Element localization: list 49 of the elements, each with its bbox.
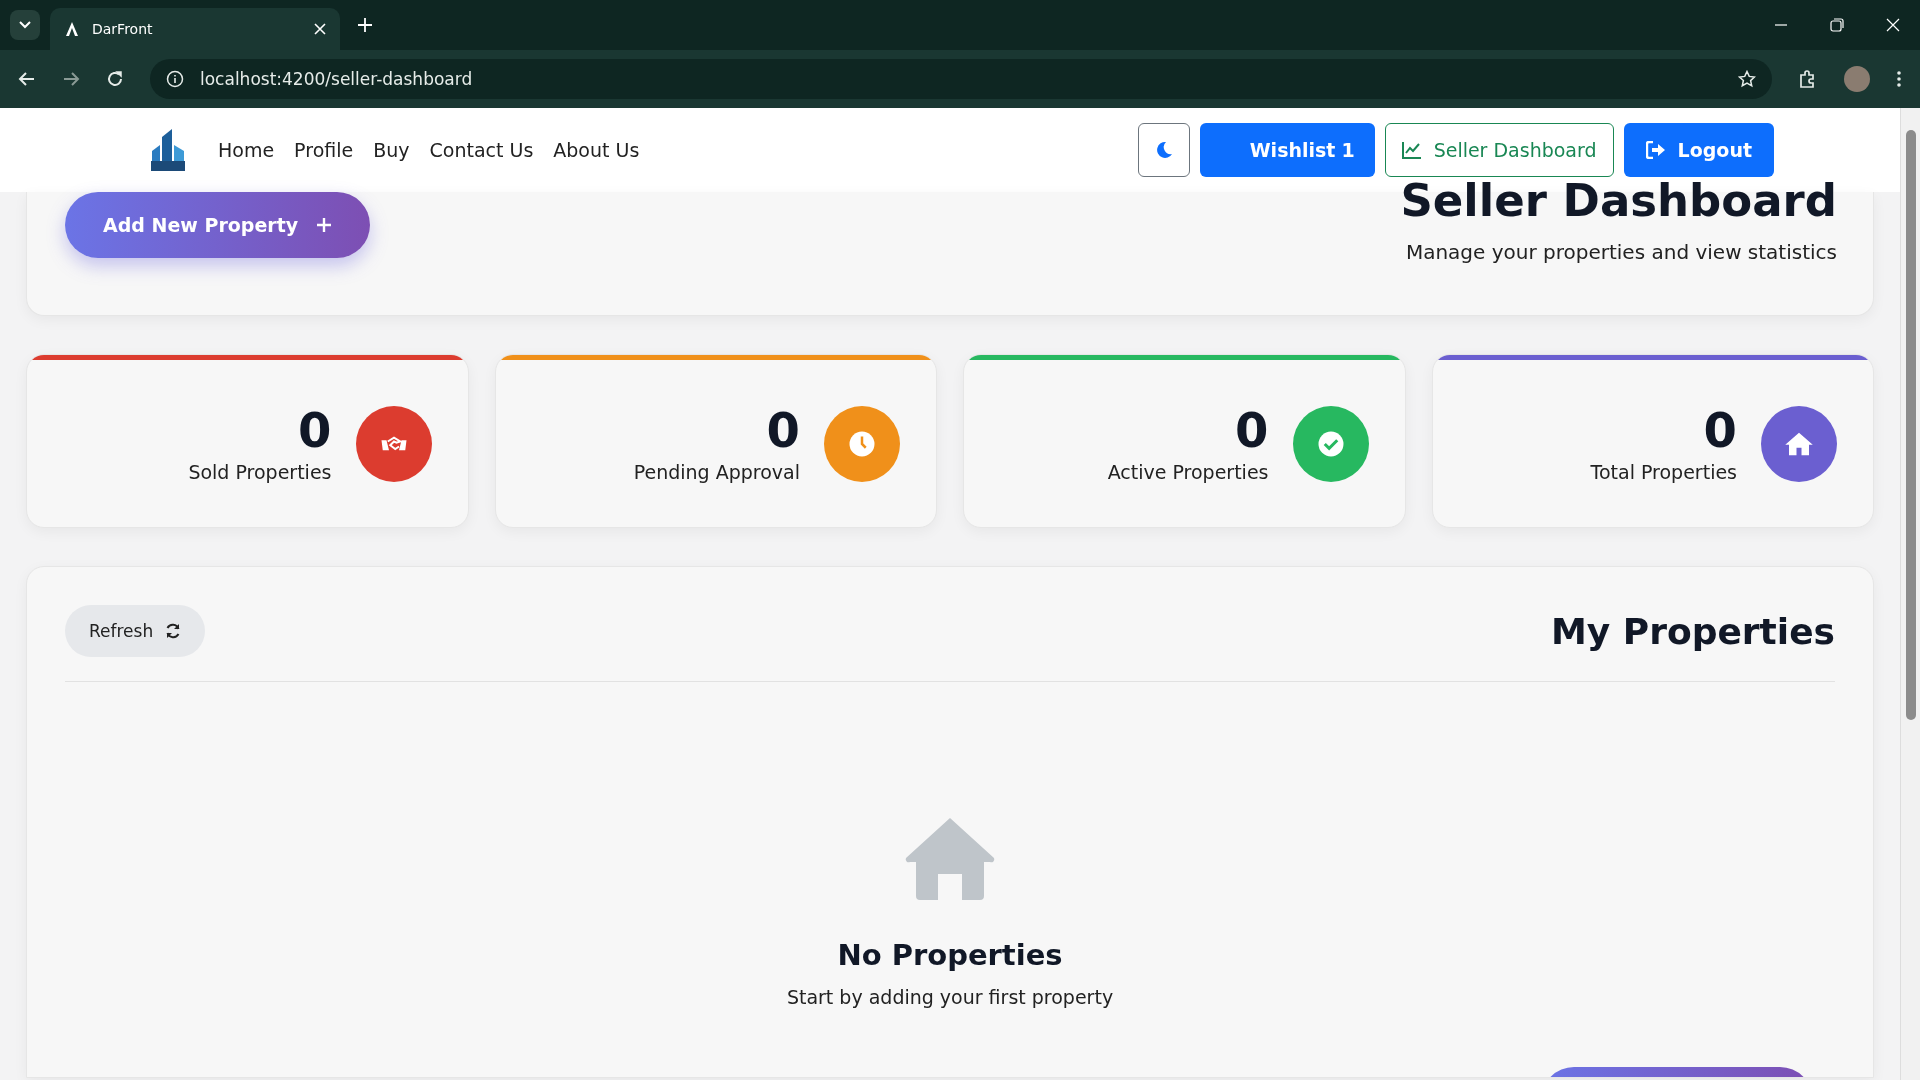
house-icon <box>904 816 996 900</box>
letter-a-icon <box>64 21 80 37</box>
address-field[interactable]: localhost:4200/seller-dashboard <box>150 59 1772 99</box>
stat-value: 0 <box>297 404 332 457</box>
add-property-button[interactable]: Add New Property <box>65 192 371 258</box>
restore-icon[interactable] <box>1830 18 1844 32</box>
browser-tab[interactable]: DarFront <box>50 8 340 50</box>
nav-link[interactable]: Home <box>218 139 275 161</box>
reload-icon[interactable] <box>106 70 124 88</box>
dark-mode-button[interactable] <box>1137 123 1190 177</box>
stat-label: Sold Properties <box>188 460 332 483</box>
tab-title: DarFront <box>92 21 154 37</box>
refresh-button[interactable]: Refresh <box>65 605 206 657</box>
stat-label: Active Properties <box>1107 460 1269 483</box>
line-chart-icon <box>1401 141 1422 159</box>
plus-icon <box>316 217 333 233</box>
close-tab-icon[interactable] <box>314 23 326 35</box>
stat-value: 0 <box>1234 404 1269 457</box>
seller-dashboard-button[interactable]: Seller Dashboard <box>1384 123 1614 177</box>
empty-state-text: Start by adding your first property <box>786 986 1114 1008</box>
moon-icon <box>1154 141 1173 159</box>
buildings-logo-icon[interactable] <box>148 127 188 173</box>
nav-link[interactable]: About Us <box>553 139 640 161</box>
stat-value: 0 <box>765 404 800 457</box>
profile-avatar[interactable] <box>1844 66 1870 92</box>
sign-out-icon <box>1645 141 1666 159</box>
close-window-icon[interactable] <box>1886 18 1900 32</box>
stat-label: Total Properties <box>1590 460 1737 483</box>
new-tab-icon[interactable] <box>358 18 372 32</box>
forward-arrow-icon[interactable] <box>62 70 80 88</box>
info-icon <box>166 70 184 88</box>
tab-list-button[interactable] <box>10 10 40 40</box>
scrollbar[interactable] <box>1900 108 1920 1080</box>
wishlist-button[interactable]: Wishlist 1 <box>1199 123 1375 177</box>
stat-label: Pending Approval <box>633 460 800 483</box>
page-title: Seller Dashboard <box>1400 176 1837 226</box>
nav-link[interactable]: Contact Us <box>429 139 534 161</box>
logout-button[interactable]: Logout <box>1623 123 1774 177</box>
more-options-icon[interactable] <box>1896 70 1902 88</box>
caret-down-icon <box>19 21 31 29</box>
stat-value: 0 <box>1702 404 1737 457</box>
back-arrow-icon[interactable] <box>18 70 36 88</box>
page-subtitle: Manage your properties and view statistics <box>1404 239 1837 264</box>
section-title: My Properties <box>1550 610 1835 652</box>
star-icon[interactable] <box>1738 70 1756 88</box>
refresh-icon <box>165 623 182 639</box>
nav-link[interactable]: Profile <box>294 139 354 161</box>
empty-state-title: No Properties <box>837 938 1063 972</box>
nav-link[interactable]: Buy <box>373 139 410 161</box>
